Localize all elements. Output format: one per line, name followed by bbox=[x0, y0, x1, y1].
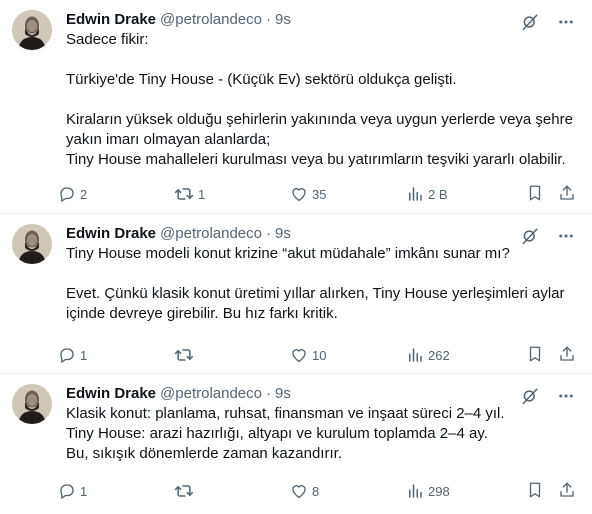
reply-icon bbox=[60, 348, 74, 363]
retweet-icon bbox=[174, 485, 194, 497]
share-icon[interactable] bbox=[558, 184, 576, 205]
tweet-line: Tiny House: arazi hazırlığı, altyapı ve … bbox=[66, 425, 488, 442]
tweet-line: Evet. Çünkü klasik konut üretimi yıllar … bbox=[66, 285, 565, 302]
tweet-tail-actions bbox=[526, 345, 576, 366]
reply-button[interactable]: 1 bbox=[58, 482, 174, 500]
reply-icon bbox=[60, 187, 74, 202]
tweet-header: Edwin Drake @petrolandeco · 9s bbox=[66, 224, 576, 244]
tweet[interactable]: Edwin Drake @petrolandeco · 9s Tiny Hous… bbox=[0, 214, 592, 374]
like-icon bbox=[292, 485, 306, 499]
tweet-actions: 2 1 35 2 B bbox=[58, 184, 576, 204]
views-count: 2 B bbox=[428, 186, 448, 202]
avatar[interactable] bbox=[12, 224, 52, 264]
more-icon[interactable] bbox=[556, 226, 576, 246]
like-icon bbox=[292, 349, 306, 363]
tweet-line: içinde devreye girebilir. Bu hız farkı k… bbox=[66, 305, 338, 322]
separator-dot: · bbox=[266, 11, 271, 28]
more-icon[interactable] bbox=[556, 12, 576, 32]
more-icon[interactable] bbox=[556, 386, 576, 406]
reply-count: 1 bbox=[80, 483, 88, 499]
tweet-line: Tiny House mahalleleri kurulması veya bu… bbox=[66, 151, 566, 168]
tweet[interactable]: Edwin Drake @petrolandeco · 9s Sadece fi… bbox=[0, 0, 592, 214]
author-name[interactable]: Edwin Drake bbox=[66, 224, 156, 244]
avatar[interactable] bbox=[12, 384, 52, 424]
reply-count: 1 bbox=[80, 347, 88, 363]
views-button[interactable]: 298 bbox=[406, 482, 522, 500]
share-icon[interactable] bbox=[558, 345, 576, 366]
bookmark-icon[interactable] bbox=[526, 481, 544, 502]
like-count: 35 bbox=[312, 186, 327, 202]
tweet-text: Klasik konut: planlama, ruhsat, finansma… bbox=[66, 404, 576, 464]
views-count: 262 bbox=[428, 347, 450, 363]
like-count: 8 bbox=[312, 483, 320, 499]
views-button[interactable]: 2 B bbox=[406, 185, 522, 203]
reply-button[interactable]: 1 bbox=[58, 346, 174, 364]
retweet-button[interactable] bbox=[174, 481, 290, 501]
tweet-actions: 1 10 262 bbox=[58, 345, 576, 365]
grok-icon[interactable] bbox=[520, 386, 540, 406]
tweet-line: Klasik konut: planlama, ruhsat, finansma… bbox=[66, 405, 505, 422]
views-icon bbox=[409, 348, 422, 362]
avatar[interactable] bbox=[12, 10, 52, 50]
like-button[interactable]: 10 bbox=[290, 346, 406, 364]
retweet-button[interactable] bbox=[174, 345, 290, 365]
avatar-column bbox=[12, 384, 60, 514]
author-handle[interactable]: @petrolandeco bbox=[160, 384, 262, 404]
like-button[interactable]: 35 bbox=[290, 185, 406, 203]
retweet-icon bbox=[174, 188, 194, 200]
tweet-line bbox=[66, 90, 576, 110]
tweet-line: Sadece fikir: bbox=[66, 31, 149, 48]
tweet-actions: 1 8 298 bbox=[58, 481, 576, 501]
tweet-header-actions bbox=[520, 386, 576, 406]
tweet-tail-actions bbox=[526, 481, 576, 502]
separator-dot: · bbox=[266, 385, 271, 402]
like-icon bbox=[292, 188, 306, 202]
reply-count: 2 bbox=[80, 186, 88, 202]
tweet-text: Sadece fikir: Türkiye'de Tiny House - (K… bbox=[66, 30, 576, 170]
tweet-header-actions bbox=[520, 226, 576, 246]
views-count: 298 bbox=[428, 483, 450, 499]
retweet-button[interactable]: 1 bbox=[174, 184, 290, 204]
retweet-icon bbox=[174, 349, 194, 361]
grok-icon[interactable] bbox=[520, 226, 540, 246]
tweet-header: Edwin Drake @petrolandeco · 9s bbox=[66, 10, 576, 30]
bookmark-icon[interactable] bbox=[526, 184, 544, 205]
tweet-header-actions bbox=[520, 12, 576, 32]
timestamp[interactable]: 9s bbox=[275, 384, 291, 404]
tweet-header: Edwin Drake @petrolandeco · 9s bbox=[66, 384, 576, 404]
views-icon bbox=[409, 187, 422, 201]
tweet-line: Tiny House modeli konut krizine “akut mü… bbox=[66, 245, 510, 262]
tweet[interactable]: Edwin Drake @petrolandeco · 9s Klasik ko… bbox=[0, 374, 592, 514]
tweet-line: Bu, sıkışık dönemlerde zaman kazandırır. bbox=[66, 445, 342, 462]
tweet-line: Kiraların yüksek olduğu şehirlerin yakın… bbox=[66, 111, 573, 128]
bookmark-icon[interactable] bbox=[526, 345, 544, 366]
tweet-line bbox=[66, 50, 576, 70]
tweet-line: yakın imarı olmayan alanlarda; bbox=[66, 131, 271, 148]
share-icon[interactable] bbox=[558, 481, 576, 502]
like-count: 10 bbox=[312, 347, 327, 363]
views-button[interactable]: 262 bbox=[406, 346, 522, 364]
views-icon bbox=[409, 484, 422, 498]
separator-dot: · bbox=[266, 225, 271, 242]
like-button[interactable]: 8 bbox=[290, 482, 406, 500]
tweet-tail-actions bbox=[526, 184, 576, 205]
grok-icon[interactable] bbox=[520, 12, 540, 32]
avatar-column bbox=[12, 10, 60, 213]
tweet-line: Türkiye'de Tiny House - (Küçük Ev) sektö… bbox=[66, 71, 457, 88]
author-handle[interactable]: @petrolandeco bbox=[160, 10, 262, 30]
tweet-body: Edwin Drake @petrolandeco · 9s Sadece fi… bbox=[60, 10, 576, 213]
timestamp[interactable]: 9s bbox=[275, 10, 291, 30]
author-name[interactable]: Edwin Drake bbox=[66, 10, 156, 30]
retweet-count: 1 bbox=[198, 186, 206, 202]
reply-icon bbox=[60, 484, 74, 499]
author-handle[interactable]: @petrolandeco bbox=[160, 224, 262, 244]
author-name[interactable]: Edwin Drake bbox=[66, 384, 156, 404]
tweet-line bbox=[66, 264, 576, 284]
avatar-column bbox=[12, 224, 60, 373]
tweet-text: Tiny House modeli konut krizine “akut mü… bbox=[66, 244, 576, 324]
reply-button[interactable]: 2 bbox=[58, 185, 174, 203]
timestamp[interactable]: 9s bbox=[275, 224, 291, 244]
